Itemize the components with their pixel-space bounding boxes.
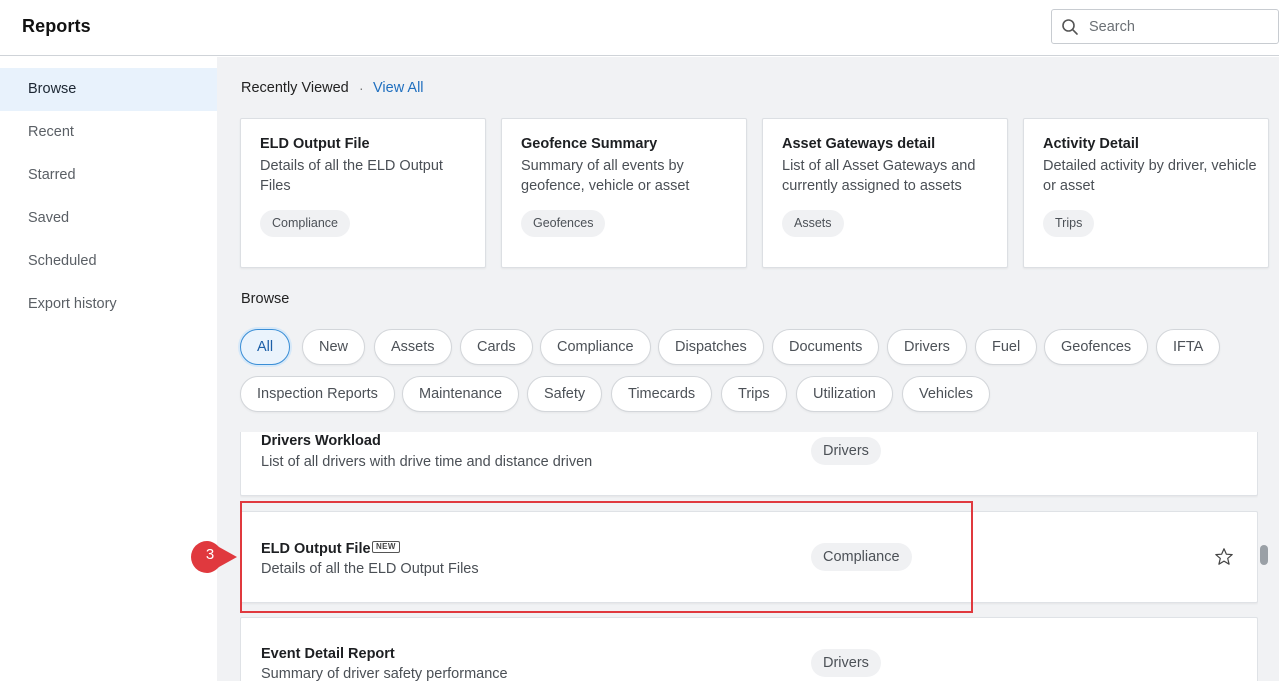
filter-chip-inspection-reports[interactable]: Inspection Reports [240, 376, 395, 412]
browse-title: Browse [241, 291, 290, 307]
recent-card-eld-output-file[interactable]: ELD Output File Details of all the ELD O… [240, 118, 486, 268]
report-description: List of all drivers with drive time and … [261, 454, 593, 470]
filter-chip-vehicles[interactable]: Vehicles [902, 376, 991, 412]
report-category-tag: Drivers [811, 649, 881, 677]
card-category-tag: Compliance [260, 210, 351, 237]
sidebar-item-browse[interactable]: Browse [0, 68, 217, 111]
view-all-link[interactable]: View All [373, 80, 424, 96]
recent-card-geofence-summary[interactable]: Geofence Summary Summary of all events b… [501, 118, 747, 268]
page-title: Reports [22, 16, 91, 36]
card-title: ELD Output File [260, 136, 370, 152]
card-title: Asset Gateways detail [782, 136, 936, 152]
report-description: Details of all the ELD Output Files [261, 561, 479, 577]
filter-chip-cards[interactable]: Cards [460, 329, 533, 365]
report-category-tag: Compliance [811, 543, 912, 571]
new-badge: NEW [372, 541, 400, 553]
search-input[interactable] [1089, 10, 1274, 43]
card-category-tag: Assets [782, 210, 844, 237]
sidebar-item-saved[interactable]: Saved [0, 197, 217, 240]
filter-chip-geofences[interactable]: Geofences [1044, 329, 1149, 365]
recent-card-activity-detail[interactable]: Activity Detail Detailed activity by dri… [1023, 118, 1269, 268]
separator-dot: · [359, 80, 364, 96]
filter-chip-trips[interactable]: Trips [721, 376, 787, 412]
filter-chip-safety[interactable]: Safety [527, 376, 603, 412]
top-bar: Reports [0, 0, 1279, 56]
report-row-eld-output-file[interactable]: ELD Output File Details of all the ELD O… [240, 511, 1258, 603]
report-title: Drivers Workload [261, 433, 381, 449]
filter-chip-timecards[interactable]: Timecards [611, 376, 713, 412]
filter-chip-documents[interactable]: Documents [772, 329, 880, 365]
step-number: 3 [205, 546, 215, 563]
sidebar-item-scheduled[interactable]: Scheduled [0, 240, 217, 283]
card-category-tag: Geofences [521, 210, 606, 237]
filter-chip-utilization[interactable]: Utilization [796, 376, 893, 412]
card-category-tag: Trips [1043, 210, 1095, 237]
recent-card-asset-gateways-detail[interactable]: Asset Gateways detail List of all Asset … [762, 118, 1008, 268]
filter-chip-new[interactable]: New [302, 329, 366, 365]
scrollbar-thumb[interactable] [1260, 545, 1268, 565]
card-description: Details of all the ELD Output Files [260, 158, 443, 194]
report-list: Drivers Workload List of all drivers wit… [240, 432, 1258, 681]
report-title: Event Detail Report [261, 646, 395, 662]
filter-chip-maintenance[interactable]: Maintenance [402, 376, 520, 412]
filter-chip-dispatches[interactable]: Dispatches [658, 329, 764, 365]
search-box[interactable] [1051, 9, 1279, 44]
card-title: Activity Detail [1043, 136, 1139, 152]
star-icon[interactable] [1214, 547, 1234, 567]
report-title: ELD Output File [261, 541, 371, 557]
report-row-event-detail-report[interactable]: Event Detail Report Summary of driver sa… [240, 617, 1258, 681]
card-description: Detailed activity by driver, vehicle or … [1043, 158, 1257, 194]
card-description: Summary of all events by geofence, vehic… [521, 158, 690, 194]
filter-chip-drivers[interactable]: Drivers [887, 329, 967, 365]
sidebar-item-starred[interactable]: Starred [0, 154, 217, 197]
report-category-tag: Drivers [811, 437, 881, 465]
card-title: Geofence Summary [521, 136, 658, 152]
search-icon [1062, 19, 1078, 35]
card-description: List of all Asset Gateways and currently… [782, 158, 976, 194]
sidebar-item-recent[interactable]: Recent [0, 111, 217, 154]
filter-chip-ifta[interactable]: IFTA [1156, 329, 1221, 365]
report-row-drivers-workload[interactable]: Drivers Workload List of all drivers wit… [240, 432, 1258, 496]
recently-viewed-title: Recently Viewed [241, 80, 349, 96]
filter-chip-fuel[interactable]: Fuel [975, 329, 1038, 365]
filter-chip-assets[interactable]: Assets [374, 329, 452, 365]
sidebar: Browse Recent Starred Saved Scheduled Ex… [0, 57, 217, 681]
filter-chip-compliance[interactable]: Compliance [540, 329, 651, 365]
filter-chip-all[interactable]: All [240, 329, 291, 365]
report-description: Summary of driver safety performance [261, 666, 508, 681]
sidebar-item-export-history[interactable]: Export history [0, 283, 217, 326]
